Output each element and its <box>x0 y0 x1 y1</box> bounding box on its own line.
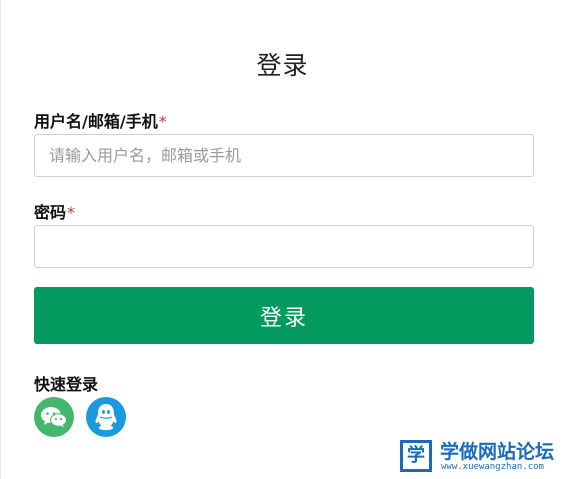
watermark-url: www.xuewangzhan.com <box>441 462 544 472</box>
watermark-logo-char: 学 <box>407 445 425 466</box>
wechat-login-button[interactable] <box>34 397 74 437</box>
qq-icon <box>95 404 117 430</box>
password-label-text: 密码 <box>34 203 67 222</box>
username-input[interactable] <box>34 134 534 177</box>
quick-login-label: 快速登录 <box>34 375 99 394</box>
username-label: 用户名/邮箱/手机* <box>34 108 167 132</box>
site-watermark: 学 学做网站论坛 www.xuewangzhan.com <box>400 437 560 477</box>
login-button[interactable]: 登录 <box>34 287 534 344</box>
watermark-title: 学做网站论坛 <box>440 441 555 463</box>
wechat-icon <box>41 407 67 428</box>
required-asterisk: * <box>67 203 76 222</box>
password-label: 密码* <box>34 199 75 223</box>
watermark-logo: 学 <box>400 440 432 472</box>
password-input[interactable] <box>34 225 534 268</box>
page-title: 登录 <box>256 51 309 80</box>
required-asterisk: * <box>158 112 167 131</box>
username-label-text: 用户名/邮箱/手机 <box>34 112 158 131</box>
qq-login-button[interactable] <box>86 397 126 437</box>
